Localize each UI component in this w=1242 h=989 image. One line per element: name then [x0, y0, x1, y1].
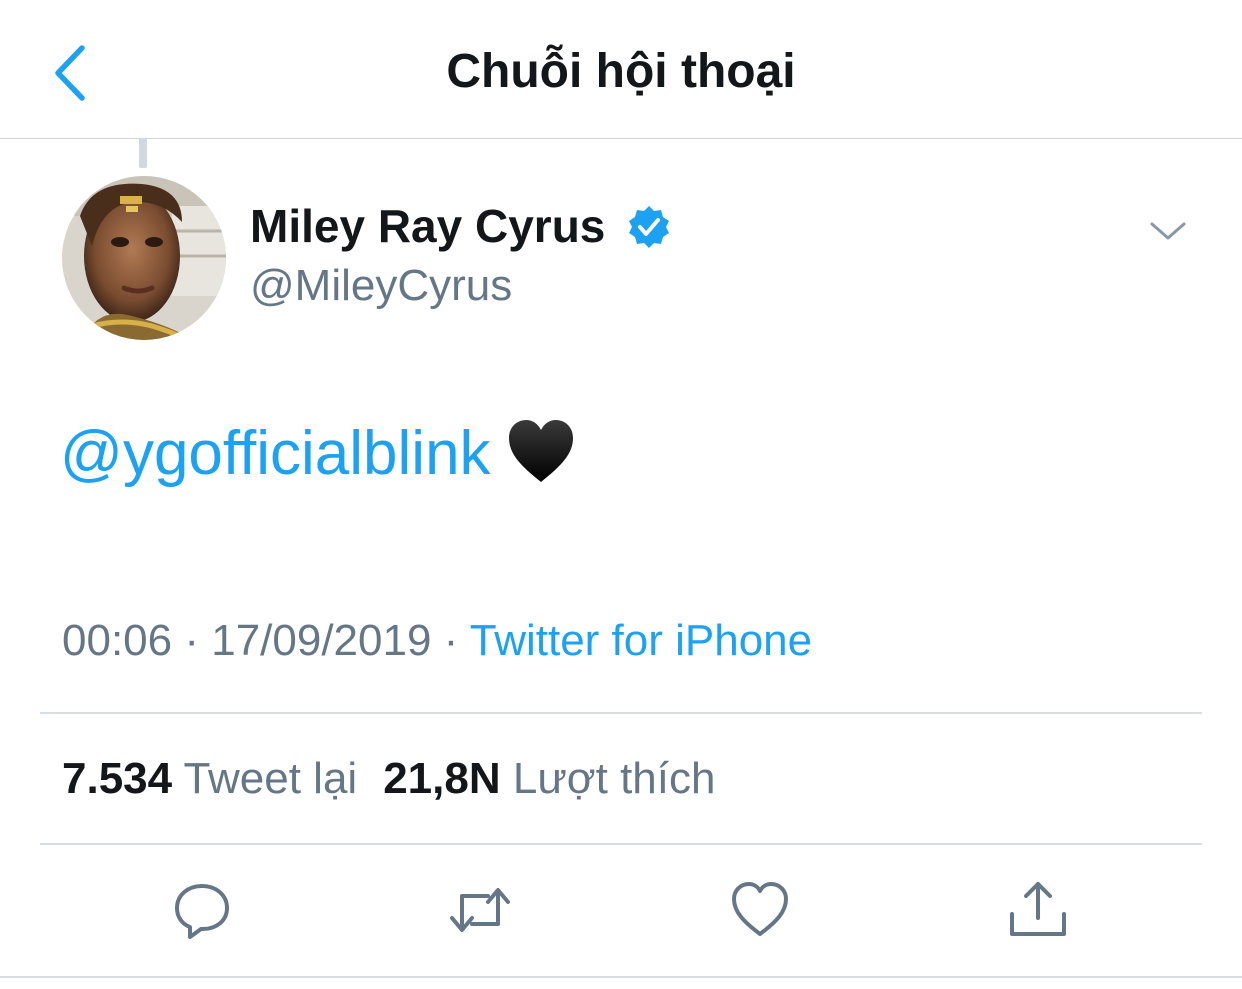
- tweet-stats: 7.534 Tweet lại 21,8N Lượt thích: [62, 752, 715, 806]
- tweet-date: 17/09/2019: [211, 616, 432, 665]
- black-heart-icon: [505, 416, 577, 488]
- conversation-page: Chuỗi hội thoại Miley Ray Cyrus @MileyCy…: [0, 0, 1242, 989]
- verified-badge-icon: [626, 204, 672, 250]
- reply-icon: [175, 884, 229, 939]
- tweet-time: 00:06: [62, 616, 173, 665]
- author-name[interactable]: Miley Ray Cyrus: [250, 198, 605, 254]
- likes-stat[interactable]: 21,8N Lượt thích: [383, 754, 715, 803]
- meta-separator: ·: [431, 616, 470, 665]
- tweet-meta: 00:06 · 17/09/2019 · Twitter for iPhone: [62, 614, 812, 668]
- tweet-options-button[interactable]: [1148, 216, 1188, 246]
- divider: [0, 976, 1242, 978]
- mention-link[interactable]: @ygofficialblink: [60, 419, 491, 488]
- tweet-text: @ygofficialblink: [60, 416, 577, 494]
- likes-label: Lượt thích: [512, 754, 716, 803]
- reply-button[interactable]: [170, 878, 234, 942]
- meta-separator: ·: [172, 616, 212, 665]
- top-bar: Chuỗi hội thoại: [0, 0, 1242, 139]
- tweet-source-link[interactable]: Twitter for iPhone: [470, 616, 812, 665]
- author-handle[interactable]: @MileyCyrus: [250, 260, 512, 312]
- retweets-stat[interactable]: 7.534 Tweet lại: [62, 754, 357, 803]
- share-icon: [1010, 882, 1066, 936]
- retweets-label: Tweet lại: [183, 754, 358, 803]
- avatar[interactable]: [62, 176, 226, 340]
- likes-count: 21,8N: [383, 754, 501, 803]
- retweets-count: 7.534: [62, 754, 173, 803]
- like-icon: [732, 882, 788, 936]
- retweet-icon: [450, 888, 510, 932]
- like-button[interactable]: [728, 878, 792, 942]
- divider: [40, 712, 1202, 714]
- divider: [40, 843, 1202, 845]
- thread-connector-line: [139, 138, 147, 168]
- chevron-down-icon: [1150, 222, 1186, 240]
- share-button[interactable]: [1006, 878, 1070, 942]
- avatar-image: [62, 176, 226, 340]
- page-title: Chuỗi hội thoại: [446, 45, 796, 98]
- retweet-button[interactable]: [448, 878, 512, 942]
